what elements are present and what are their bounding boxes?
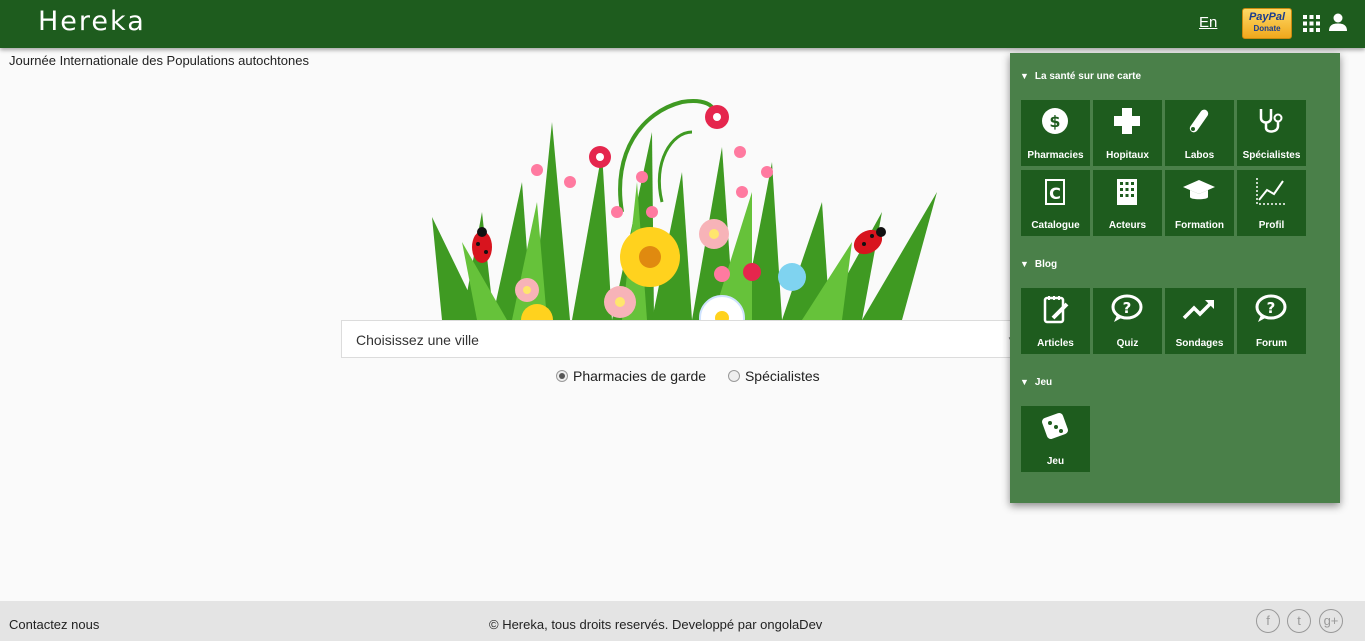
section-sante-title: La santé sur une carte xyxy=(1034,71,1142,82)
radio-pharmacies-dot[interactable] xyxy=(556,370,568,382)
graduation-cap-icon xyxy=(1183,180,1215,200)
city-select[interactable]: Choisissez une ville ▼ xyxy=(341,320,1018,358)
section-sante[interactable]: ▼ La santé sur une carte xyxy=(1020,71,1141,82)
tile-specialistes-label: Spécialistes xyxy=(1242,150,1301,161)
question-bubble-icon: ? xyxy=(1255,294,1287,322)
tile-catalogue-label: Catalogue xyxy=(1031,220,1080,231)
tile-hopitaux-label: Hopitaux xyxy=(1106,150,1149,161)
flower-illustration xyxy=(432,99,937,320)
tile-sondages[interactable]: Sondages xyxy=(1165,288,1234,354)
tile-articles[interactable]: Articles xyxy=(1021,288,1090,354)
tile-formation-label: Formation xyxy=(1175,220,1224,231)
catalogue-icon: C xyxy=(1045,179,1065,205)
tile-quiz-label: Quiz xyxy=(1116,338,1139,349)
section-blog-title: Blog xyxy=(1034,259,1058,270)
tile-sondages-label: Sondages xyxy=(1175,338,1224,349)
tile-jeu-label: Jeu xyxy=(1046,456,1065,467)
language-link[interactable]: En xyxy=(1199,14,1217,31)
section-jeu-title: Jeu xyxy=(1034,377,1053,388)
chevron-down-icon: ▼ xyxy=(1020,377,1029,387)
svg-text:?: ? xyxy=(1123,299,1132,317)
tile-formation[interactable]: Formation xyxy=(1165,170,1234,236)
svg-text:?: ? xyxy=(1267,299,1276,317)
user-icon[interactable] xyxy=(1328,12,1348,32)
donate-label: Donate xyxy=(1253,24,1281,33)
chart-icon xyxy=(1256,178,1287,205)
tile-profil[interactable]: Profil xyxy=(1237,170,1306,236)
radio-specialistes[interactable]: Spécialistes xyxy=(727,368,820,384)
tile-forum-label: Forum xyxy=(1255,338,1288,349)
svg-text:C: C xyxy=(1049,184,1061,203)
tile-labos-label: Labos xyxy=(1184,150,1215,161)
tile-catalogue[interactable]: C Catalogue xyxy=(1021,170,1090,236)
section-jeu[interactable]: ▼ Jeu xyxy=(1020,377,1052,388)
contact-link[interactable]: Contactez nous xyxy=(9,617,99,632)
copyright-text: © Hereka, tous droits reservés. Developp… xyxy=(489,617,823,632)
tile-quiz[interactable]: ? Quiz xyxy=(1093,288,1162,354)
building-icon xyxy=(1117,179,1137,205)
dice-icon xyxy=(1042,413,1068,439)
search-type-options: Pharmacies de garde Spécialistes xyxy=(556,368,838,385)
radio-specialistes-dot[interactable] xyxy=(727,370,740,382)
pharmacy-icon: $ xyxy=(1042,108,1068,134)
tile-hopitaux[interactable]: Hopitaux xyxy=(1093,100,1162,166)
city-select-placeholder: Choisissez une ville xyxy=(356,332,479,348)
headline-banner: Journée Internationale des Populations a… xyxy=(9,53,309,68)
twitter-icon[interactable]: t xyxy=(1287,609,1311,633)
section-blog[interactable]: ▼ Blog xyxy=(1020,259,1057,270)
tile-jeu[interactable]: Jeu xyxy=(1021,406,1090,472)
paypal-brand: PayPal xyxy=(1248,11,1286,23)
tile-acteurs[interactable]: Acteurs xyxy=(1093,170,1162,236)
paypal-donate-button[interactable]: PayPal Donate xyxy=(1242,8,1292,39)
facebook-icon[interactable]: f xyxy=(1256,609,1280,633)
tile-pharmacies[interactable]: $ Pharmacies xyxy=(1021,100,1090,166)
radio-pharmacies-label: Pharmacies de garde xyxy=(573,368,707,384)
stethoscope-icon xyxy=(1259,109,1283,133)
radio-pharmacies[interactable]: Pharmacies de garde xyxy=(556,368,706,384)
tile-articles-label: Articles xyxy=(1037,338,1074,349)
svg-text:$: $ xyxy=(1049,112,1060,131)
tile-specialistes[interactable]: Spécialistes xyxy=(1237,100,1306,166)
tile-profil-label: Profil xyxy=(1258,220,1285,231)
tile-labos[interactable]: Labos xyxy=(1165,100,1234,166)
footer: Contactez nous © Hereka, tous droits res… xyxy=(0,601,1365,641)
logo[interactable]: Hereka xyxy=(38,6,146,37)
tile-acteurs-label: Acteurs xyxy=(1108,220,1147,231)
hospital-cross-icon xyxy=(1114,108,1140,134)
chevron-down-icon: ▼ xyxy=(1020,71,1029,81)
top-bar: Hereka En PayPal Donate xyxy=(0,0,1365,48)
question-bubble-icon: ? xyxy=(1111,294,1143,322)
grid-icon[interactable] xyxy=(1303,15,1320,32)
tile-forum[interactable]: ? Forum xyxy=(1237,288,1306,354)
tile-pharmacies-label: Pharmacies xyxy=(1027,150,1084,161)
chevron-down-icon: ▼ xyxy=(1020,259,1029,269)
google-plus-icon[interactable]: g+ xyxy=(1319,609,1343,633)
apps-menu-panel: ▼ La santé sur une carte $ Pharmacies Hop… xyxy=(1010,53,1340,503)
notepad-pen-icon xyxy=(1043,296,1069,324)
radio-specialistes-label: Spécialistes xyxy=(744,368,820,384)
test-tube-icon xyxy=(1189,109,1209,133)
trending-up-icon xyxy=(1182,300,1214,320)
